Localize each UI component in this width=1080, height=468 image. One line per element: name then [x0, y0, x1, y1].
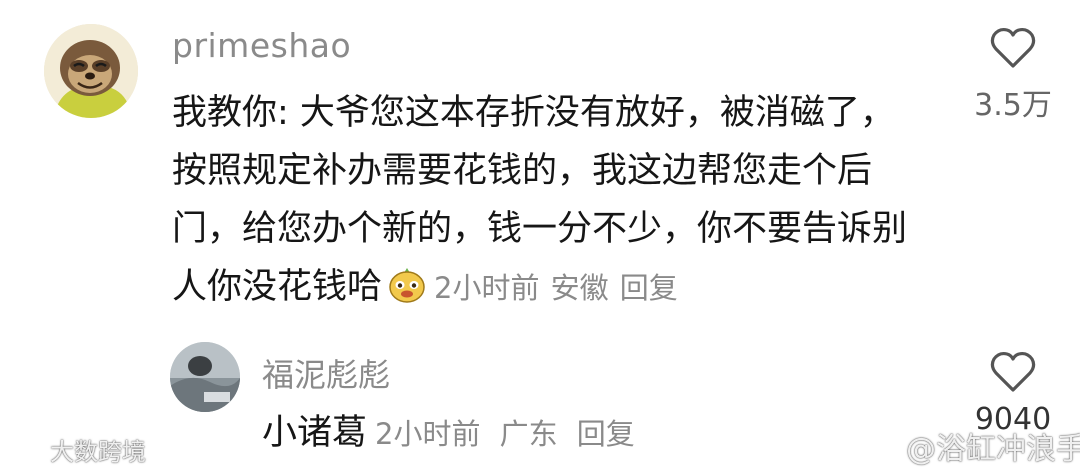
username[interactable]: primeshao: [172, 26, 351, 65]
comment-time: 2小时前: [375, 417, 481, 451]
photo-avatar-icon: [170, 342, 240, 412]
watermark-text: 大数跨境: [50, 438, 146, 466]
weibo-icon: [864, 435, 901, 463]
sloth-avatar-icon: [44, 24, 138, 118]
like-count: 3.5万: [974, 88, 1052, 123]
heart-icon[interactable]: [989, 26, 1037, 70]
avatar[interactable]: [170, 342, 240, 412]
watermark-left: 大数跨境: [6, 432, 146, 467]
comment-time: 2小时前: [434, 271, 540, 305]
smiling-face-emoji-icon: [389, 268, 425, 303]
comment-text: 小诸葛: [262, 413, 368, 453]
reply-button[interactable]: 回复: [577, 417, 635, 451]
heart-icon[interactable]: [989, 350, 1037, 394]
comment-body: 小诸葛 2小时前 广东 回复: [262, 408, 635, 459]
watermark-right: @浴缸冲浪手: [864, 424, 1080, 468]
username[interactable]: 福泥彪彪: [262, 350, 390, 396]
brand-logo-icon: [7, 443, 46, 463]
comment-location: 广东: [499, 417, 558, 451]
comment-body: 我教你: 大爷您这本存折没有放好，被消磁了，按照规定补办需要花钱的，我这边帮您走…: [172, 84, 922, 317]
watermark-text: @浴缸冲浪手: [906, 432, 1080, 467]
comment-text: 我教你: 大爷您这本存折没有放好，被消磁了，按照规定补办需要花钱的，我这边帮您走…: [172, 93, 908, 307]
comment-location: 安徽: [550, 271, 609, 305]
reply-button[interactable]: 回复: [620, 271, 678, 305]
avatar[interactable]: [44, 24, 138, 118]
like-button[interactable]: 3.5万: [968, 26, 1058, 124]
